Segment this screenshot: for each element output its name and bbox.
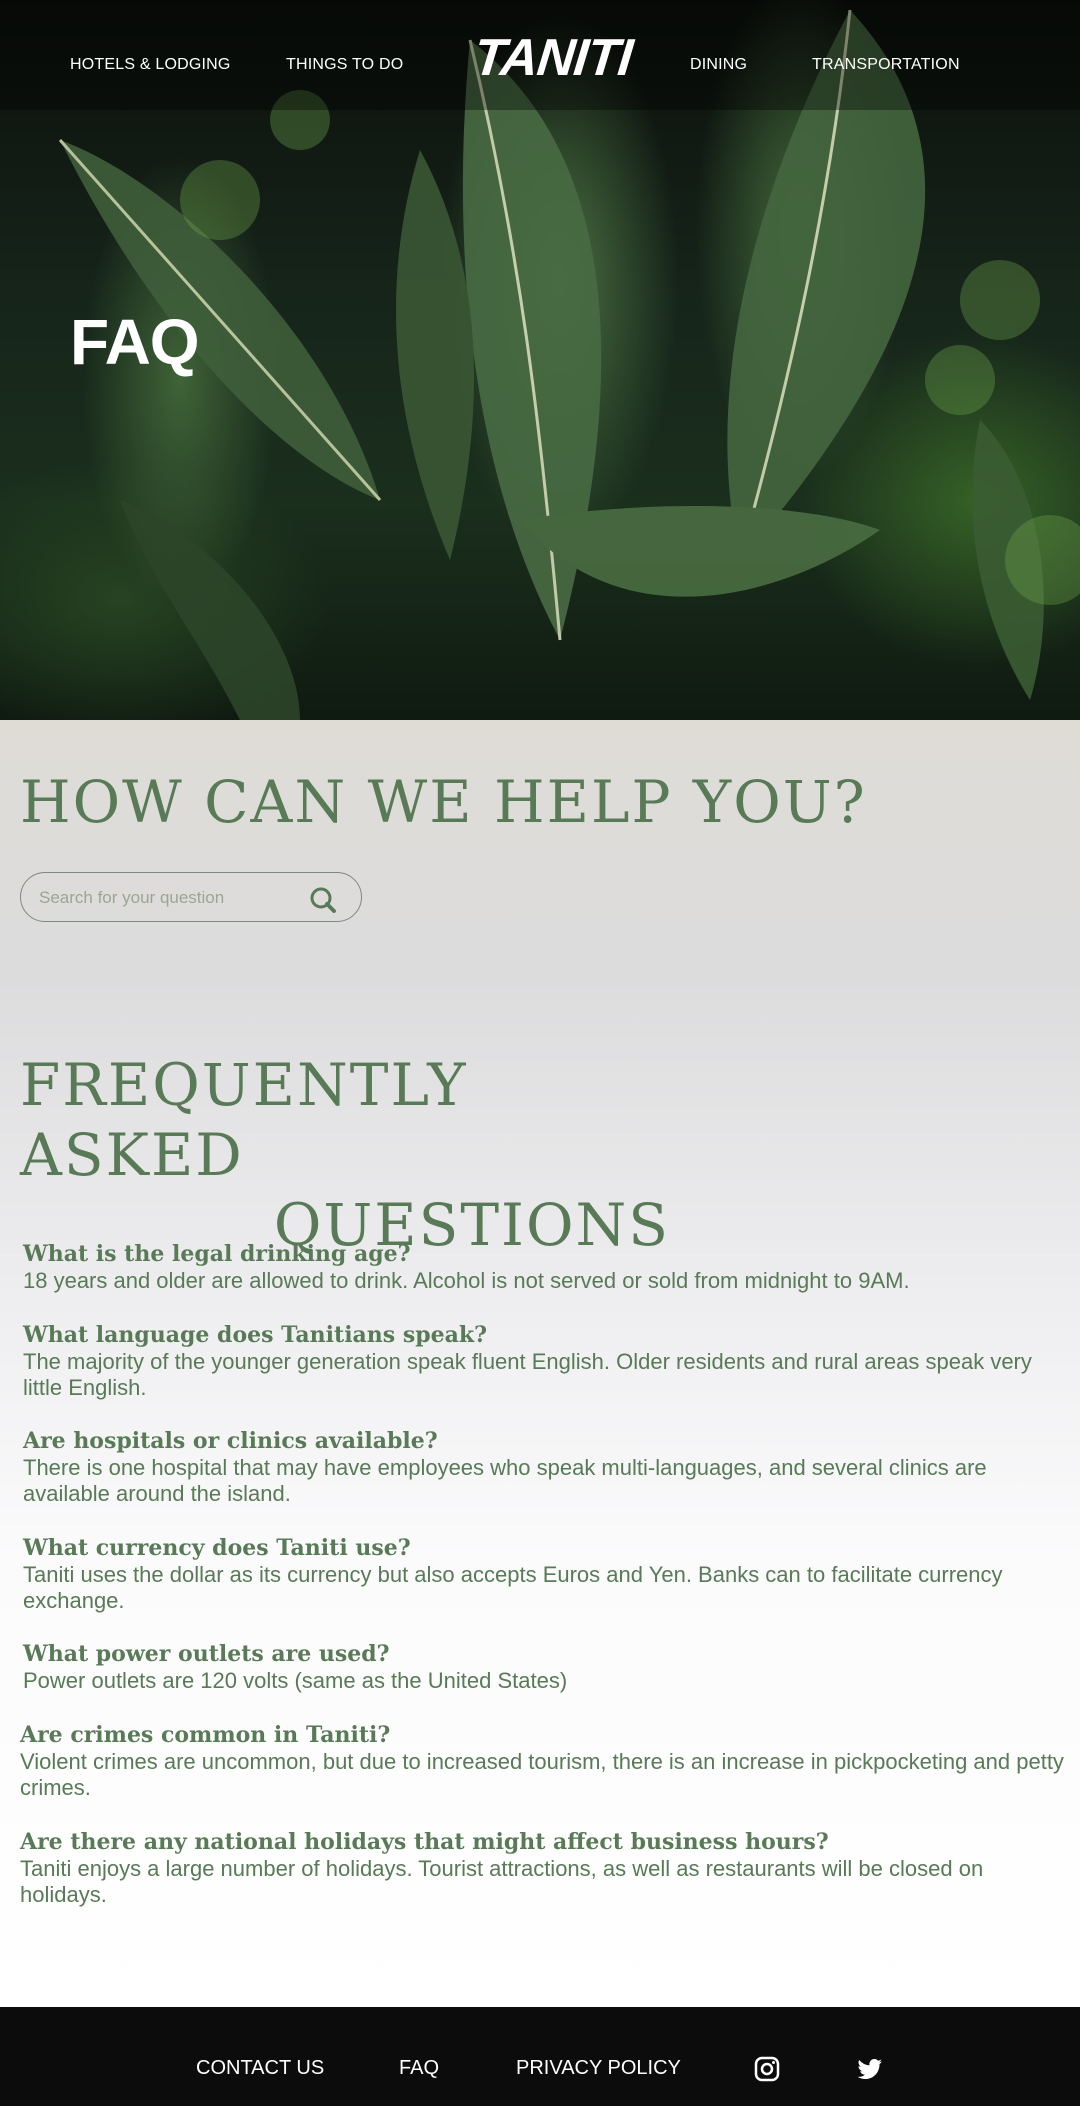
faq-title-line-1: FREQUENTLY ASKED (20, 1051, 468, 1189)
faq-question: Are crimes common in Taniti? (20, 1722, 391, 1748)
faq-question: What language does Tanitians speak? (23, 1322, 487, 1348)
search-input[interactable] (37, 885, 291, 911)
search-icon[interactable] (309, 886, 337, 914)
faq-item: Are hospitals or clinics available? Ther… (23, 1427, 1073, 1507)
faq-answer: The majority of the younger generation s… (23, 1349, 1032, 1400)
faq-answer: 18 years and older are allowed to drink.… (23, 1268, 910, 1293)
help-title: HOW CAN WE HELP YOU? (20, 768, 867, 836)
nav-dining[interactable]: DINING (690, 56, 747, 74)
faq-item: What is the legal drinking age? 18 years… (23, 1240, 1073, 1294)
faq-question: Are hospitals or clinics available? (23, 1428, 438, 1454)
nav-things-to-do[interactable]: THINGS TO DO (286, 56, 403, 74)
faq-question: Are there any national holidays that mig… (20, 1829, 829, 1855)
faq-answer: Power outlets are 120 volts (same as the… (23, 1668, 568, 1693)
footer: CONTACT US FAQ PRIVACY POLICY (0, 2007, 1080, 2106)
footer-faq[interactable]: FAQ (399, 2057, 439, 2080)
footer-contact-us[interactable]: CONTACT US (196, 2057, 324, 2080)
hero-title: FAQ (70, 305, 200, 378)
footer-privacy-policy[interactable]: PRIVACY POLICY (516, 2057, 681, 2080)
hero-banner: HOTELS & LODGING THINGS TO DO TANITI DIN… (0, 0, 1080, 720)
faq-question: What power outlets are used? (23, 1641, 390, 1667)
faq-question: What currency does Taniti use? (23, 1535, 411, 1561)
nav-hotels-lodging[interactable]: HOTELS & LODGING (70, 56, 231, 74)
faq-item: Are there any national holidays that mig… (20, 1828, 1070, 1908)
instagram-icon[interactable] (753, 2055, 781, 2083)
faq-item: What language does Tanitians speak? The … (23, 1321, 1073, 1401)
faq-item: Are crimes common in Taniti? Violent cri… (20, 1721, 1070, 1801)
faq-item: What power outlets are used? Power outle… (23, 1640, 1073, 1694)
main-content: HOW CAN WE HELP YOU? FREQUENTLY ASKED QU… (0, 720, 1080, 2007)
faq-answer: There is one hospital that may have empl… (23, 1455, 987, 1506)
site-logo[interactable]: TANITI (471, 28, 635, 88)
twitter-icon[interactable] (856, 2055, 884, 2083)
faq-title: FREQUENTLY ASKED QUESTIONS (20, 1050, 670, 1260)
faq-item: What currency does Taniti use? Taniti us… (23, 1534, 1073, 1614)
search-box[interactable] (20, 872, 362, 922)
nav-transportation[interactable]: TRANSPORTATION (812, 56, 960, 74)
faq-answer: Taniti enjoys a large number of holidays… (20, 1856, 984, 1907)
faq-question: What is the legal drinking age? (23, 1241, 411, 1267)
faq-answer: Violent crimes are uncommon, but due to … (20, 1749, 1064, 1800)
faq-answer: Taniti uses the dollar as its currency b… (23, 1562, 1003, 1613)
